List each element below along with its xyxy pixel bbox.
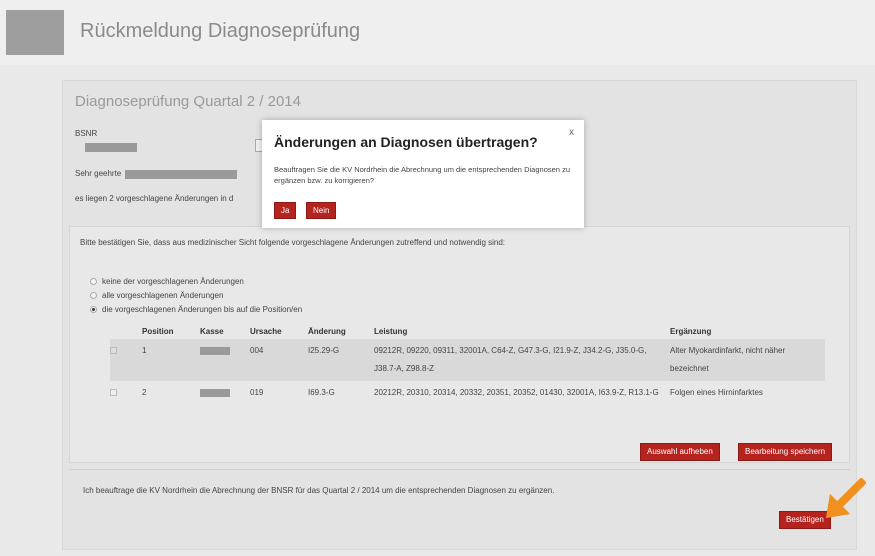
divider (69, 469, 850, 470)
card-title: Diagnoseprüfung Quartal 2 / 2014 (75, 93, 301, 110)
row-checkbox[interactable] (110, 389, 117, 396)
confirm-panel: Bitte bestätigen Sie, dass aus medizinis… (69, 226, 850, 463)
table-header-row: Position Kasse Ursache Änderung Leistung… (110, 325, 825, 339)
cell-ursache: 019 (250, 388, 264, 397)
cell-ergaenzung: Folgen eines Hirninfarktes (670, 388, 763, 397)
save-edit-button[interactable]: Bearbeitung speichern (738, 443, 833, 461)
pending-text: es liegen 2 vorgeschlagene Änderungen in… (75, 194, 234, 203)
cell-aenderung: I69.3-G (308, 388, 335, 397)
kasse-redacted (200, 346, 230, 355)
pointer-arrow-icon (826, 478, 866, 518)
cell-position: 1 (142, 339, 200, 381)
dialog-text: Beauftragen Sie die KV Nordrhein die Abr… (274, 165, 570, 185)
col-position: Position (142, 327, 174, 336)
col-kasse: Kasse (200, 327, 224, 336)
table-row[interactable]: 2 019 I69.3-G 20212R, 20310, 20314, 2033… (110, 381, 825, 406)
name-redacted (125, 170, 237, 179)
yes-button[interactable]: Ja (274, 202, 297, 219)
dialog-title: Änderungen an Diagnosen übertragen? (274, 134, 538, 150)
option-label: alle vorgeschlagenen Änderungen (102, 291, 224, 300)
cell-position: 2 (142, 388, 147, 397)
confirm-text: Bitte bestätigen Sie, dass aus medizinis… (80, 238, 506, 247)
row-checkbox[interactable] (110, 347, 117, 354)
greeting-text: Sehr geehrte (75, 169, 122, 178)
cell-aenderung: I25.29-G (308, 339, 374, 381)
table-row[interactable]: 1 004 I25.29-G 09212R, 09220, 09311, 320… (110, 339, 825, 381)
commission-text: Ich beauftrage die KV Nordrhein die Abre… (83, 486, 555, 495)
radio-selected-icon[interactable] (90, 306, 97, 313)
cell-ursache: 004 (250, 339, 308, 381)
radio-icon[interactable] (90, 278, 97, 285)
option-except[interactable]: die vorgeschlagenen Änderungen bis auf d… (90, 305, 302, 314)
page-header: Rückmeldung Diagnoseprüfung (0, 0, 875, 65)
page-title: Rückmeldung Diagnoseprüfung (80, 20, 361, 42)
close-icon[interactable]: x (569, 127, 574, 138)
deselect-button[interactable]: Auswahl aufheben (640, 443, 720, 461)
confirm-button[interactable]: Bestätigen (779, 511, 831, 529)
bsnr-label: BSNR (75, 129, 98, 138)
radio-icon[interactable] (90, 292, 97, 299)
col-aenderung: Änderung (308, 327, 346, 336)
col-ergaenzung: Ergänzung (670, 327, 712, 336)
changes-table: Position Kasse Ursache Änderung Leistung… (110, 325, 825, 406)
option-all[interactable]: alle vorgeschlagenen Änderungen (90, 291, 223, 300)
cell-ergaenzung: Alter Myokardinfarkt, nicht näher bezeic… (670, 339, 825, 381)
option-label: die vorgeschlagenen Änderungen bis auf d… (102, 305, 303, 314)
bsnr-redacted (85, 143, 137, 152)
option-label: keine der vorgeschlagenen Änderungen (102, 277, 244, 286)
logo-placeholder (6, 10, 64, 55)
no-button[interactable]: Nein (306, 202, 337, 219)
option-none[interactable]: keine der vorgeschlagenen Änderungen (90, 277, 244, 286)
col-leistung: Leistung (374, 327, 408, 336)
confirm-dialog: Änderungen an Diagnosen übertragen? x Be… (262, 120, 584, 228)
kasse-redacted (200, 388, 230, 397)
col-ursache: Ursache (250, 327, 282, 336)
cell-leistung: 09212R, 09220, 09311, 32001A, C64-Z, G47… (374, 339, 670, 381)
cell-leistung: 20212R, 20310, 20314, 20332, 20351, 2035… (374, 388, 659, 397)
